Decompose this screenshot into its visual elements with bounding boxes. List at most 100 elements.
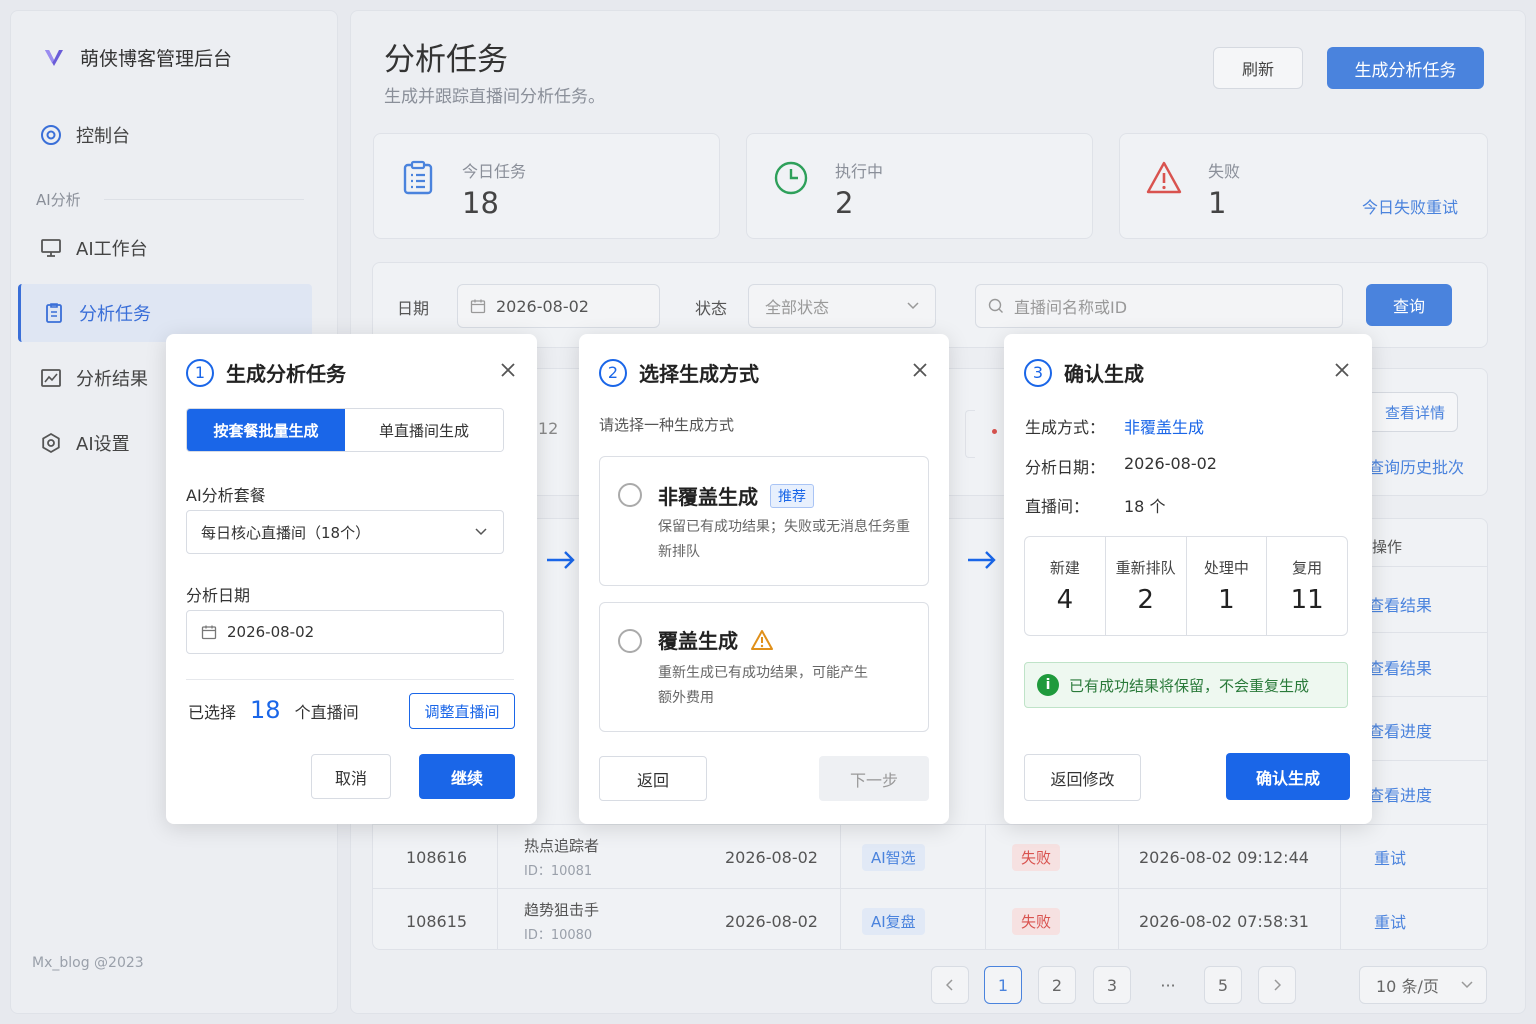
task-time: 2026-08-02 09:12:44 (1139, 847, 1309, 867)
task-id: 108616 (406, 847, 468, 867)
table-row[interactable]: 108616 热点追踪者 ID：10081 2026-08-02 AI智选 失败… (372, 824, 1488, 888)
room-name: 热点追踪者 (524, 837, 600, 855)
next-page-button[interactable] (1258, 966, 1296, 1004)
warning-icon (751, 629, 773, 650)
date-key: 分析日期： (1025, 458, 1106, 477)
sidebar-item-label: 分析任务 (79, 304, 151, 325)
stat-label: 失败 (1208, 162, 1241, 181)
selected-summary: 已选择 18 个直播间 (188, 696, 359, 724)
generate-task-button[interactable]: 生成分析任务 (1327, 47, 1484, 89)
prev-page-button[interactable] (931, 966, 969, 1004)
selected-prefix: 已选择 (188, 703, 237, 722)
radio-button[interactable] (618, 483, 642, 507)
date-value: 2026-08-02 (227, 623, 315, 641)
view-detail-button[interactable]: 查看详情 (1362, 392, 1458, 432)
room-cell: 趋势狙击手 ID：10080 (524, 889, 599, 953)
mode-value: 非覆盖生成 (1124, 418, 1205, 437)
modal-header: 3 确认生成 (1024, 358, 1144, 387)
chevron-right-icon (1274, 979, 1281, 991)
stat-value: 1 (1208, 186, 1227, 220)
package-select[interactable]: 每日核心直播间（18个） (186, 510, 504, 554)
notice-text: 已有成功结果将保留，不会重复生成 (1069, 676, 1310, 695)
status-filter-select[interactable]: 全部状态 (748, 284, 936, 328)
option-title-text: 非覆盖生成 (658, 485, 758, 509)
mode-hint: 请选择一种生成方式 (599, 416, 735, 434)
room-value: 18 个 (1124, 497, 1166, 516)
chevron-down-icon (907, 302, 919, 310)
page-button[interactable]: 2 (1038, 966, 1076, 1004)
table-row[interactable]: 108615 趋势狙击手 ID：10080 2026-08-02 AI复盘 失败… (372, 888, 1488, 952)
date-input[interactable]: 2026-08-02 (186, 610, 504, 654)
chart-icon (41, 369, 61, 387)
option-description: 重新生成已有成功结果，可能产生额外费用 (658, 665, 868, 706)
clipboard-icon (46, 303, 62, 323)
query-button[interactable]: 查询 (1366, 284, 1452, 326)
status-filter-label: 状态 (695, 299, 728, 318)
row-action-link[interactable]: 查看进度 (1368, 782, 1432, 806)
column-divider (1340, 824, 1341, 950)
date-filter-input[interactable]: 2026-08-02 (457, 284, 660, 328)
app-logo[interactable]: 萌侠博客管理后台 (42, 44, 232, 71)
stat-label: 执行中 (835, 162, 884, 181)
sidebar-item-label: 分析结果 (76, 369, 148, 390)
page-size-select[interactable]: 10 条/页 (1359, 966, 1487, 1004)
stat-requeue: 重新排队 2 (1106, 537, 1187, 635)
calendar-icon (470, 299, 486, 314)
sidebar-item-label: 控制台 (76, 126, 130, 147)
type-badge: AI智选 (862, 843, 925, 871)
row-action-link[interactable]: 查看进度 (1368, 718, 1432, 742)
stat-processing: 处理中 1 (1187, 537, 1268, 635)
step-number: 1 (186, 358, 214, 387)
type-badge: AI复盘 (862, 907, 925, 935)
column-divider (497, 824, 498, 950)
option-non-overwrite[interactable]: 非覆盖生成 推荐 保留已有成功结果；失败或无消息任务重新排队 (599, 456, 929, 586)
stat-label: 新建 (1049, 559, 1080, 577)
step-number: 2 (599, 358, 627, 387)
sidebar-item-dashboard[interactable]: 控制台 (18, 106, 312, 164)
refresh-button[interactable]: 刷新 (1213, 47, 1303, 89)
sidebar-item-ai-workbench[interactable]: AI工作台 (18, 219, 312, 277)
page-button[interactable]: 5 (1204, 966, 1242, 1004)
close-icon[interactable] (1334, 362, 1350, 378)
status-badge: 失败 (1012, 907, 1061, 935)
stat-card-today: 今日任务 18 (373, 133, 720, 239)
stat-new: 新建 4 (1025, 537, 1106, 635)
tab-single-room[interactable]: 单直播间生成 (345, 409, 503, 451)
close-icon[interactable] (912, 362, 928, 378)
monitor-icon (41, 239, 61, 257)
row-action-link[interactable]: 查看结果 (1368, 592, 1432, 616)
page-button[interactable]: 3 (1093, 966, 1131, 1004)
package-value: 每日核心直播间（18个） (201, 523, 371, 542)
retry-failed-link[interactable]: 今日失败重试 (1362, 194, 1458, 218)
continue-button[interactable]: 继续 (419, 754, 515, 799)
room-id: ID：10081 (524, 864, 593, 879)
page-button[interactable]: 1 (984, 966, 1022, 1004)
cancel-button[interactable]: 取消 (311, 754, 391, 799)
row-action-link[interactable]: 查看结果 (1368, 655, 1432, 679)
query-history-link[interactable]: 查询历史批次 (1368, 454, 1464, 478)
retry-link[interactable]: 重试 (1374, 825, 1406, 889)
adjust-rooms-button[interactable]: 调整直播间 (409, 693, 515, 729)
retry-link[interactable]: 重试 (1374, 889, 1406, 953)
stat-label: 重新排队 (1115, 559, 1176, 577)
selected-count: 18 (250, 696, 281, 724)
radio-button[interactable] (618, 629, 642, 653)
next-step-button[interactable]: 下一步 (819, 756, 929, 801)
option-overwrite[interactable]: 覆盖生成 重新生成已有成功结果，可能产生额外费用 (599, 602, 929, 732)
back-edit-button[interactable]: 返回修改 (1024, 754, 1141, 801)
page-ellipsis: ··· (1160, 975, 1176, 995)
back-button[interactable]: 返回 (599, 756, 707, 801)
modal-choose-mode: 2 选择生成方式 请选择一种生成方式 非覆盖生成 推荐 保留已有成功结果；失败或… (579, 334, 949, 824)
nav-section-label: AI分析 (36, 191, 81, 209)
page-size-value: 10 条/页 (1376, 977, 1439, 996)
status-filter-value: 全部状态 (765, 298, 830, 317)
date-filter-label: 日期 (397, 299, 430, 318)
stat-card-failed: 失败 1 今日失败重试 (1119, 133, 1488, 239)
gear-icon (42, 432, 60, 454)
close-icon[interactable] (500, 362, 516, 378)
search-input[interactable]: 直播间名称或ID (975, 284, 1343, 328)
sidebar-item-label: AI工作台 (76, 239, 148, 260)
tab-batch-by-package[interactable]: 按套餐批量生成 (187, 409, 345, 451)
confirm-generate-button[interactable]: 确认生成 (1226, 753, 1350, 800)
stat-value: 11 (1290, 585, 1324, 615)
